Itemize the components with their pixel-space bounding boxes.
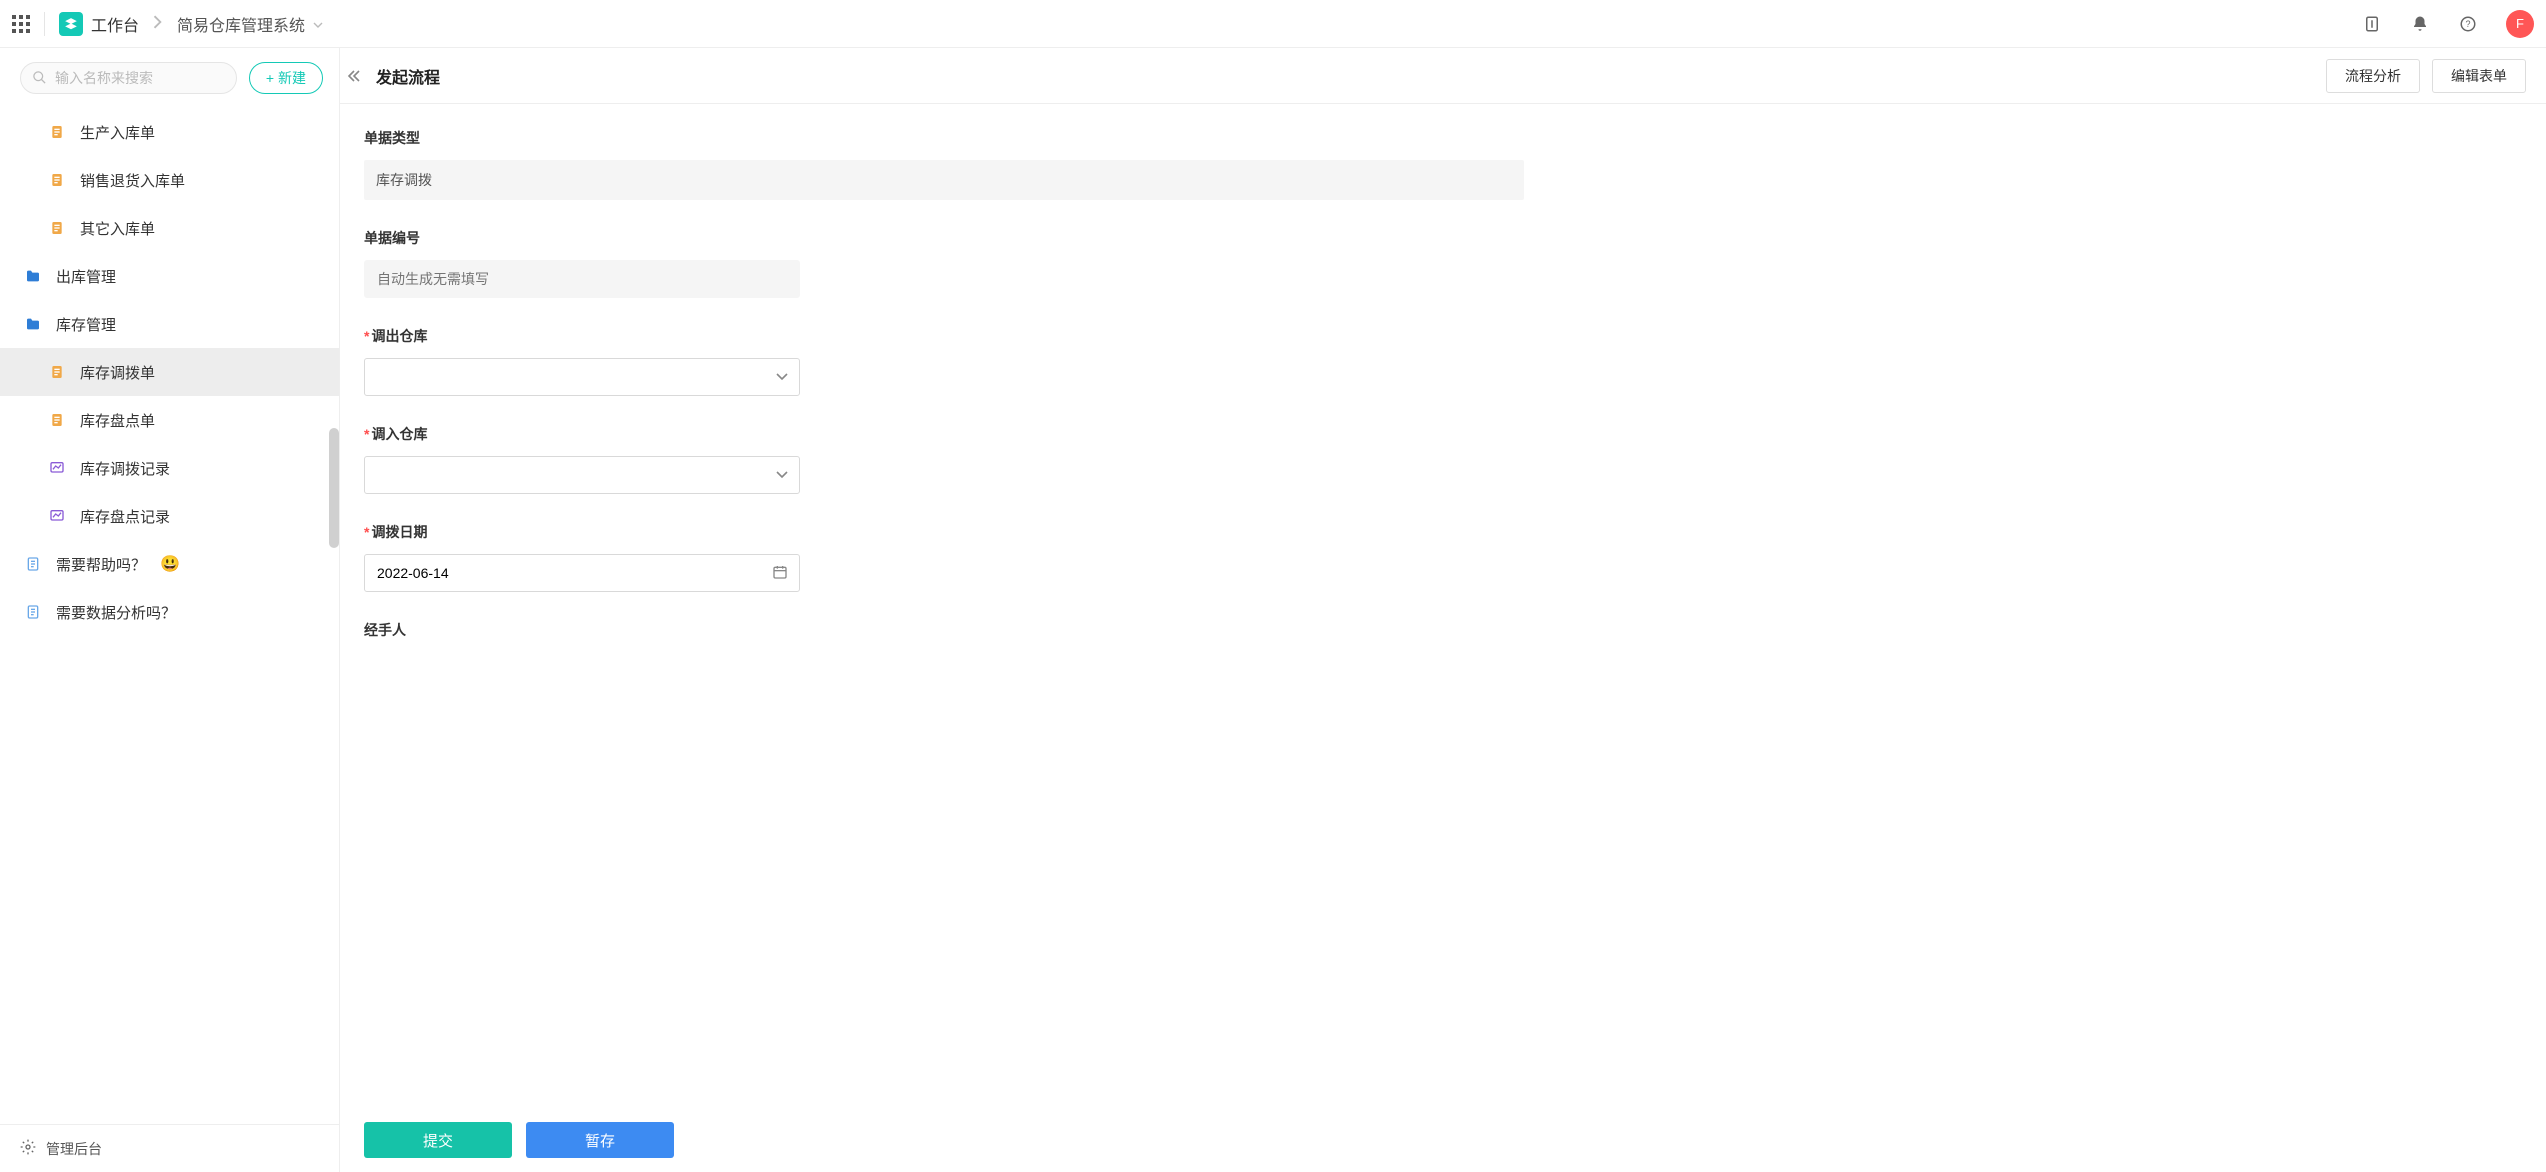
emoji-icon: 😃 [160,554,180,574]
sidebar-item-8[interactable]: 库存盘点记录 [0,492,339,540]
doc-icon [48,363,66,381]
sidebar-item-7[interactable]: 库存调拨记录 [0,444,339,492]
sidebar-item-4[interactable]: 库存管理 [0,300,339,348]
edit-form-button[interactable]: 编辑表单 [2432,59,2526,93]
sidebar-item-5[interactable]: 库存调拨单 [0,348,339,396]
sidebar-item-0[interactable]: 生产入库单 [0,108,339,156]
transfer-date-label: 调拨日期 [364,522,800,542]
workbench-link[interactable]: 工作台 [91,12,139,36]
scrollbar-thumb[interactable] [329,428,339,548]
out-warehouse-label: 调出仓库 [364,326,800,346]
chevron-right-icon [153,15,163,32]
transfer-date-input[interactable] [364,554,800,592]
sidebar-item-3[interactable]: 出库管理 [0,252,339,300]
doc-type-value: 库存调拨 [364,160,1524,200]
submit-button[interactable]: 提交 [364,1122,512,1158]
plus-icon: + [266,70,274,86]
search-input[interactable] [20,62,237,94]
new-button[interactable]: + 新建 [249,62,323,94]
avatar[interactable]: F [2506,10,2534,38]
doc-type-label: 单据类型 [364,128,1524,148]
in-warehouse-label: 调入仓库 [364,424,800,444]
help-icon[interactable]: ? [2458,14,2478,34]
divider [44,12,45,36]
page-icon [24,603,42,621]
doc-icon [48,411,66,429]
sidebar-item-10[interactable]: 需要数据分析吗？ [0,588,339,636]
doc-icon [48,171,66,189]
out-warehouse-select[interactable] [364,358,800,396]
doc-icon [48,219,66,237]
admin-backend-link[interactable]: 管理后台 [0,1124,339,1172]
sidebar-item-label: 生产入库单 [80,122,155,143]
bell-icon[interactable] [2410,14,2430,34]
sidebar-item-2[interactable]: 其它入库单 [0,204,339,252]
main-header: 发起流程 流程分析 编辑表单 [340,48,2546,104]
brand-icon[interactable] [59,12,83,36]
form-area: 单据类型 库存调拨 单据编号 调出仓库 调入仓库 [340,104,2546,1108]
process-analysis-button[interactable]: 流程分析 [2326,59,2420,93]
page-icon [24,555,42,573]
sidebar-item-label: 需要帮助吗？ [56,554,146,575]
sidebar-item-label: 库存管理 [56,314,116,335]
sidebar-item-label: 销售退货入库单 [80,170,185,191]
sidebar-item-label: 需要数据分析吗？ [56,602,176,623]
svg-text:?: ? [2465,19,2470,29]
collapse-sidebar-button[interactable] [340,52,368,100]
page-title: 发起流程 [376,64,440,88]
chart-icon [48,507,66,525]
apps-grid-icon[interactable] [12,15,30,33]
new-button-label: 新建 [278,68,306,88]
folder-icon [24,315,42,333]
footer-bar: 提交 暂存 [340,1108,2546,1172]
admin-backend-label: 管理后台 [46,1139,102,1159]
sidebar-item-label: 其它入库单 [80,218,155,239]
doc-no-label: 单据编号 [364,228,800,248]
sidebar-item-label: 库存盘点单 [80,410,155,431]
caret-down-icon [313,16,323,32]
search-icon [32,70,47,88]
app-name-dropdown[interactable]: 简易仓库管理系统 [177,12,305,36]
doc-icon [48,123,66,141]
sidebar-item-9[interactable]: 需要帮助吗？ 😃 [0,540,339,588]
gear-icon [20,1139,36,1158]
search-box [20,62,237,94]
history-icon[interactable] [2362,14,2382,34]
sidebar-item-label: 出库管理 [56,266,116,287]
sidebar-item-label: 库存调拨记录 [80,458,170,479]
top-bar: 工作台 简易仓库管理系统 ? F [0,0,2546,48]
handler-label: 经手人 [364,620,800,640]
chart-icon [48,459,66,477]
save-draft-button[interactable]: 暂存 [526,1122,674,1158]
folder-icon [24,267,42,285]
in-warehouse-select[interactable] [364,456,800,494]
sidebar-item-label: 库存盘点记录 [80,506,170,527]
doc-no-input [364,260,800,298]
sidebar-item-1[interactable]: 销售退货入库单 [0,156,339,204]
sidebar-item-label: 库存调拨单 [80,362,155,383]
sidebar: + 新建 生产入库单销售退货入库单其它入库单出库管理库存管理库存调拨单库存盘点单… [0,48,340,1172]
sidebar-item-6[interactable]: 库存盘点单 [0,396,339,444]
